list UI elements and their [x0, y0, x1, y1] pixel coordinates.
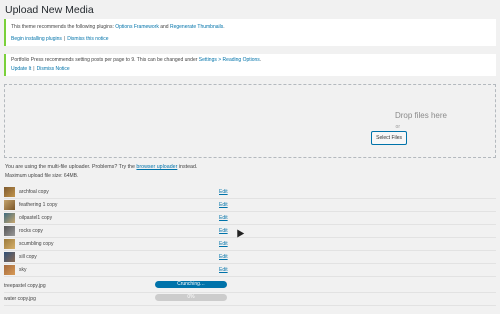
uploading-filename: water copy.jpg	[4, 296, 36, 302]
edit-link[interactable]: Edit	[219, 228, 228, 234]
plugin-notice-actions: Begin installing plugins | Dismiss this no…	[11, 36, 109, 42]
edit-link[interactable]: Edit	[219, 254, 228, 260]
media-item: rocks copy Edit	[4, 225, 496, 238]
media-filename: sky	[19, 267, 27, 273]
uploading-filename: treepastel copy.jpg	[4, 283, 46, 289]
media-item: sky Edit	[4, 264, 496, 277]
max-upload-size: Maximum upload file size: 64MB.	[5, 173, 79, 179]
edit-link[interactable]: Edit	[219, 267, 228, 273]
edit-link[interactable]: Edit	[219, 215, 228, 221]
plugin-recommendation-notice: This theme recommends the following plug…	[4, 19, 496, 46]
drop-files-text: Drop files here	[394, 111, 447, 120]
edit-link[interactable]: Edit	[219, 202, 228, 208]
media-filename: sill copy	[19, 254, 37, 260]
dismiss-notice-link-2[interactable]: Dismiss Notice	[37, 66, 70, 72]
media-item: archfoal copy Edit	[4, 186, 496, 199]
options-framework-link[interactable]: Options Framework	[115, 24, 159, 30]
media-filename: scumbling copy	[19, 241, 54, 247]
or-text: or	[395, 124, 400, 130]
page-title: Upload New Media	[5, 4, 94, 16]
media-item: feathering 1 copy Edit	[4, 199, 496, 212]
media-filename: rocks copy	[19, 228, 43, 234]
select-files-button[interactable]: Select Files	[371, 131, 407, 145]
media-thumbnail	[4, 226, 15, 236]
portfolio-press-notice: Portfolio Press recommends setting posts…	[4, 54, 496, 76]
edit-link[interactable]: Edit	[219, 241, 228, 247]
uploader-info: You are using the multi-file uploader. P…	[5, 164, 198, 170]
media-thumbnail	[4, 252, 15, 262]
media-item: scumbling copy Edit	[4, 238, 496, 251]
update-it-link[interactable]: Update It	[11, 66, 31, 72]
portfolio-notice-actions: Update It | Dismiss Notice	[11, 66, 70, 72]
media-thumbnail	[4, 187, 15, 197]
media-thumbnail	[4, 239, 15, 249]
edit-link[interactable]: Edit	[219, 189, 228, 195]
media-thumbnail	[4, 200, 15, 210]
regenerate-thumbnails-link[interactable]: Regenerate Thumbnails	[170, 24, 223, 30]
plugin-notice-text: This theme recommends the following plug…	[11, 24, 225, 30]
uploading-item: treepastel copy.jpg Crunching…	[4, 280, 496, 293]
upload-progress-bar: Crunching…	[155, 281, 227, 288]
media-filename: archfoal copy	[19, 189, 49, 195]
portfolio-notice-text: Portfolio Press recommends setting posts…	[11, 57, 262, 63]
reading-options-link[interactable]: Settings > Reading Options	[199, 57, 260, 63]
begin-installing-plugins-link[interactable]: Begin installing plugins	[11, 36, 62, 42]
file-drop-zone[interactable]: Drop files here or Select Files	[4, 84, 496, 158]
media-item: sill copy Edit	[4, 251, 496, 264]
dismiss-notice-link[interactable]: Dismiss this notice	[67, 36, 108, 42]
media-thumbnail	[4, 265, 15, 275]
media-item: oilpastel1 copy Edit	[4, 212, 496, 225]
media-filename: oilpastel1 copy	[19, 215, 53, 221]
media-thumbnail	[4, 213, 15, 223]
browser-uploader-link[interactable]: browser uploader	[136, 164, 177, 170]
upload-progress-bar: 0%	[155, 294, 227, 301]
media-filename: feathering 1 copy	[19, 202, 58, 208]
uploading-item: water copy.jpg 0%	[4, 293, 496, 306]
